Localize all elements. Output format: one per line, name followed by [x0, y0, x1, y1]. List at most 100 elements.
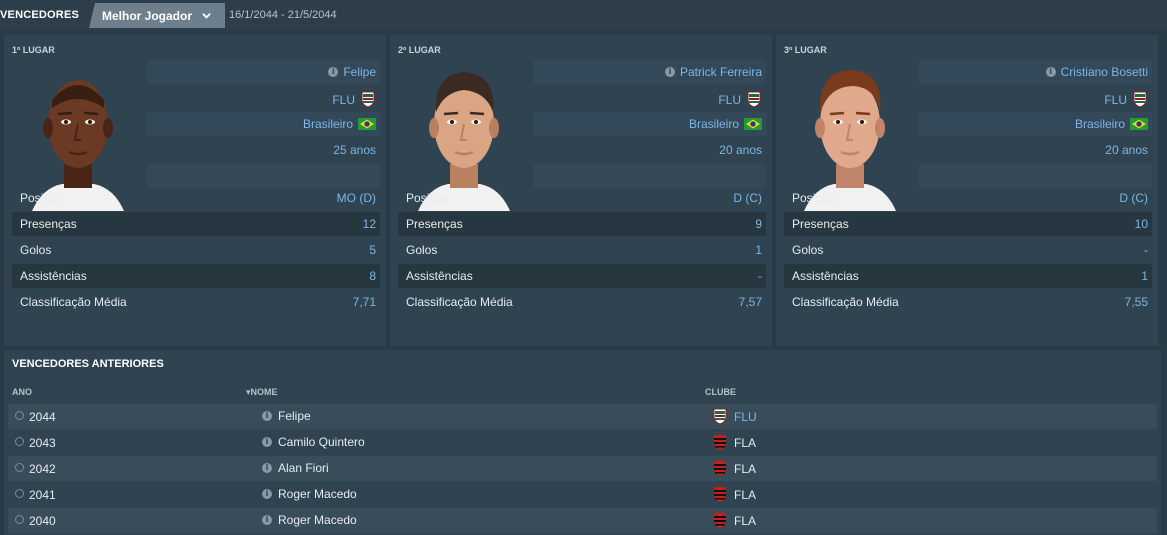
info-icon: i: [664, 67, 675, 77]
stat-label: Posição: [792, 191, 835, 205]
fluminense-crest-icon: [713, 408, 727, 425]
row-club[interactable]: FLU: [734, 410, 757, 424]
player-club-row[interactable]: FLU: [147, 86, 380, 110]
row-year: 2041: [29, 488, 56, 502]
brazil-flag-icon: [744, 118, 762, 130]
stat-label: Classificação Média: [406, 295, 513, 309]
row-club[interactable]: FLA: [734, 462, 756, 476]
info-icon: i: [262, 515, 272, 525]
row-year: 2042: [29, 462, 56, 476]
flamengo-crest-icon: [714, 435, 726, 450]
flamengo-crest-icon: [714, 487, 726, 502]
stat-label: Assistências: [406, 269, 473, 283]
stat-row: Assistências 8: [12, 264, 380, 288]
info-icon: i: [262, 411, 272, 421]
stat-value: 10: [1134, 217, 1148, 231]
row-player-name[interactable]: Camilo Quintero: [278, 435, 365, 449]
player-club[interactable]: FLU: [718, 93, 741, 107]
stat-row: Posição MO (D): [12, 186, 380, 210]
row-club[interactable]: FLA: [734, 514, 756, 528]
player-name[interactable]: Felipe: [343, 65, 376, 79]
column-header-year[interactable]: ANO: [12, 387, 32, 397]
info-icon: i: [262, 437, 272, 447]
flamengo-crest-icon: [714, 461, 726, 476]
table-row[interactable]: 2041 i Roger Macedo FLA: [8, 482, 1157, 507]
stat-row: Golos 1: [398, 238, 766, 262]
stat-label: Assistências: [20, 269, 87, 283]
player-club[interactable]: FLU: [1104, 93, 1127, 107]
player-nationality[interactable]: Brasileiro: [689, 117, 739, 131]
stat-label: Posição: [406, 191, 449, 205]
stat-row: Presenças 9: [398, 212, 766, 236]
place-label: 2º LUGAR: [398, 45, 441, 55]
year-marker-icon: [15, 411, 24, 420]
player-name[interactable]: Cristiano Bosetti: [1061, 65, 1148, 79]
table-row[interactable]: 2044 i Felipe FLU: [8, 404, 1157, 429]
fluminense-crest-icon: [747, 91, 761, 108]
table-row[interactable]: 2040 i Roger Macedo FLA: [8, 508, 1157, 533]
stat-label: Golos: [792, 243, 824, 257]
top-bar: VENCEDORES Melhor Jogador 16/1/2044 - 21…: [0, 0, 1167, 30]
player-name-row[interactable]: i Felipe: [147, 60, 380, 84]
column-header-name[interactable]: ▾NOME: [246, 387, 278, 398]
award-dropdown[interactable]: Melhor Jogador: [89, 3, 225, 28]
row-player-name[interactable]: Roger Macedo: [278, 513, 357, 527]
year-marker-icon: [15, 515, 24, 524]
stat-row: Presenças 12: [12, 212, 380, 236]
stat-label: Presenças: [20, 217, 77, 231]
player-nationality[interactable]: Brasileiro: [303, 117, 353, 131]
spacer-row: [147, 164, 380, 188]
player-club[interactable]: FLU: [332, 93, 355, 107]
place-label: 3º LUGAR: [784, 45, 827, 55]
stat-value: -: [1144, 243, 1148, 257]
stat-row: Golos 5: [12, 238, 380, 262]
table-row[interactable]: 2042 i Alan Fiori FLA: [8, 456, 1157, 481]
info-icon: i: [328, 67, 339, 77]
row-club[interactable]: FLA: [734, 488, 756, 502]
spacer-row: [533, 164, 766, 188]
stat-row: Classificação Média 7,55: [784, 290, 1152, 314]
player-name-row[interactable]: i Patrick Ferreira: [533, 60, 766, 84]
stat-label: Classificação Média: [20, 295, 127, 309]
row-club[interactable]: FLA: [734, 436, 756, 450]
year-marker-icon: [15, 437, 24, 446]
stat-label: Posição: [20, 191, 63, 205]
player-age-row: 25 anos: [147, 138, 380, 162]
stat-label: Presenças: [406, 217, 463, 231]
stat-value: 1: [1141, 269, 1148, 283]
stat-value: 1: [755, 243, 762, 257]
player-age-row: 20 anos: [533, 138, 766, 162]
stat-row: Assistências -: [398, 264, 766, 288]
previous-winners-panel: VENCEDORES ANTERIORES ANO ▾NOME CLUBE 20…: [4, 350, 1161, 535]
stat-row: Posição D (C): [784, 186, 1152, 210]
table-row[interactable]: 2043 i Camilo Quintero FLA: [8, 430, 1157, 455]
player-name[interactable]: Patrick Ferreira: [680, 65, 762, 79]
award-dropdown-label: Melhor Jogador: [102, 9, 193, 23]
row-player-name[interactable]: Alan Fiori: [278, 461, 329, 475]
fluminense-crest-icon: [361, 91, 375, 108]
column-header-club[interactable]: CLUBE: [705, 387, 736, 397]
year-marker-icon: [15, 489, 24, 498]
stat-row: Posição D (C): [398, 186, 766, 210]
chevron-down-icon: [202, 13, 211, 19]
stat-value: -: [758, 269, 762, 283]
player-nationality[interactable]: Brasileiro: [1075, 117, 1125, 131]
player-club-row[interactable]: FLU: [919, 86, 1152, 110]
stat-value: D (C): [733, 191, 762, 205]
player-club-row[interactable]: FLU: [533, 86, 766, 110]
year-marker-icon: [15, 463, 24, 472]
stat-label: Classificação Média: [792, 295, 899, 309]
stat-value: D (C): [1119, 191, 1148, 205]
brazil-flag-icon: [1130, 118, 1148, 130]
page-title: VENCEDORES: [0, 9, 80, 21]
row-year: 2043: [29, 436, 56, 450]
stat-label: Presenças: [792, 217, 849, 231]
player-nationality-row: Brasileiro: [919, 112, 1152, 136]
player-name-row[interactable]: i Cristiano Bosetti: [919, 60, 1152, 84]
row-player-name[interactable]: Felipe: [278, 409, 311, 423]
flamengo-crest-icon: [714, 513, 726, 528]
brazil-flag-icon: [358, 118, 376, 130]
row-player-name[interactable]: Roger Macedo: [278, 487, 357, 501]
fluminense-crest-icon: [1133, 91, 1147, 108]
player-age: 25 anos: [333, 143, 376, 157]
